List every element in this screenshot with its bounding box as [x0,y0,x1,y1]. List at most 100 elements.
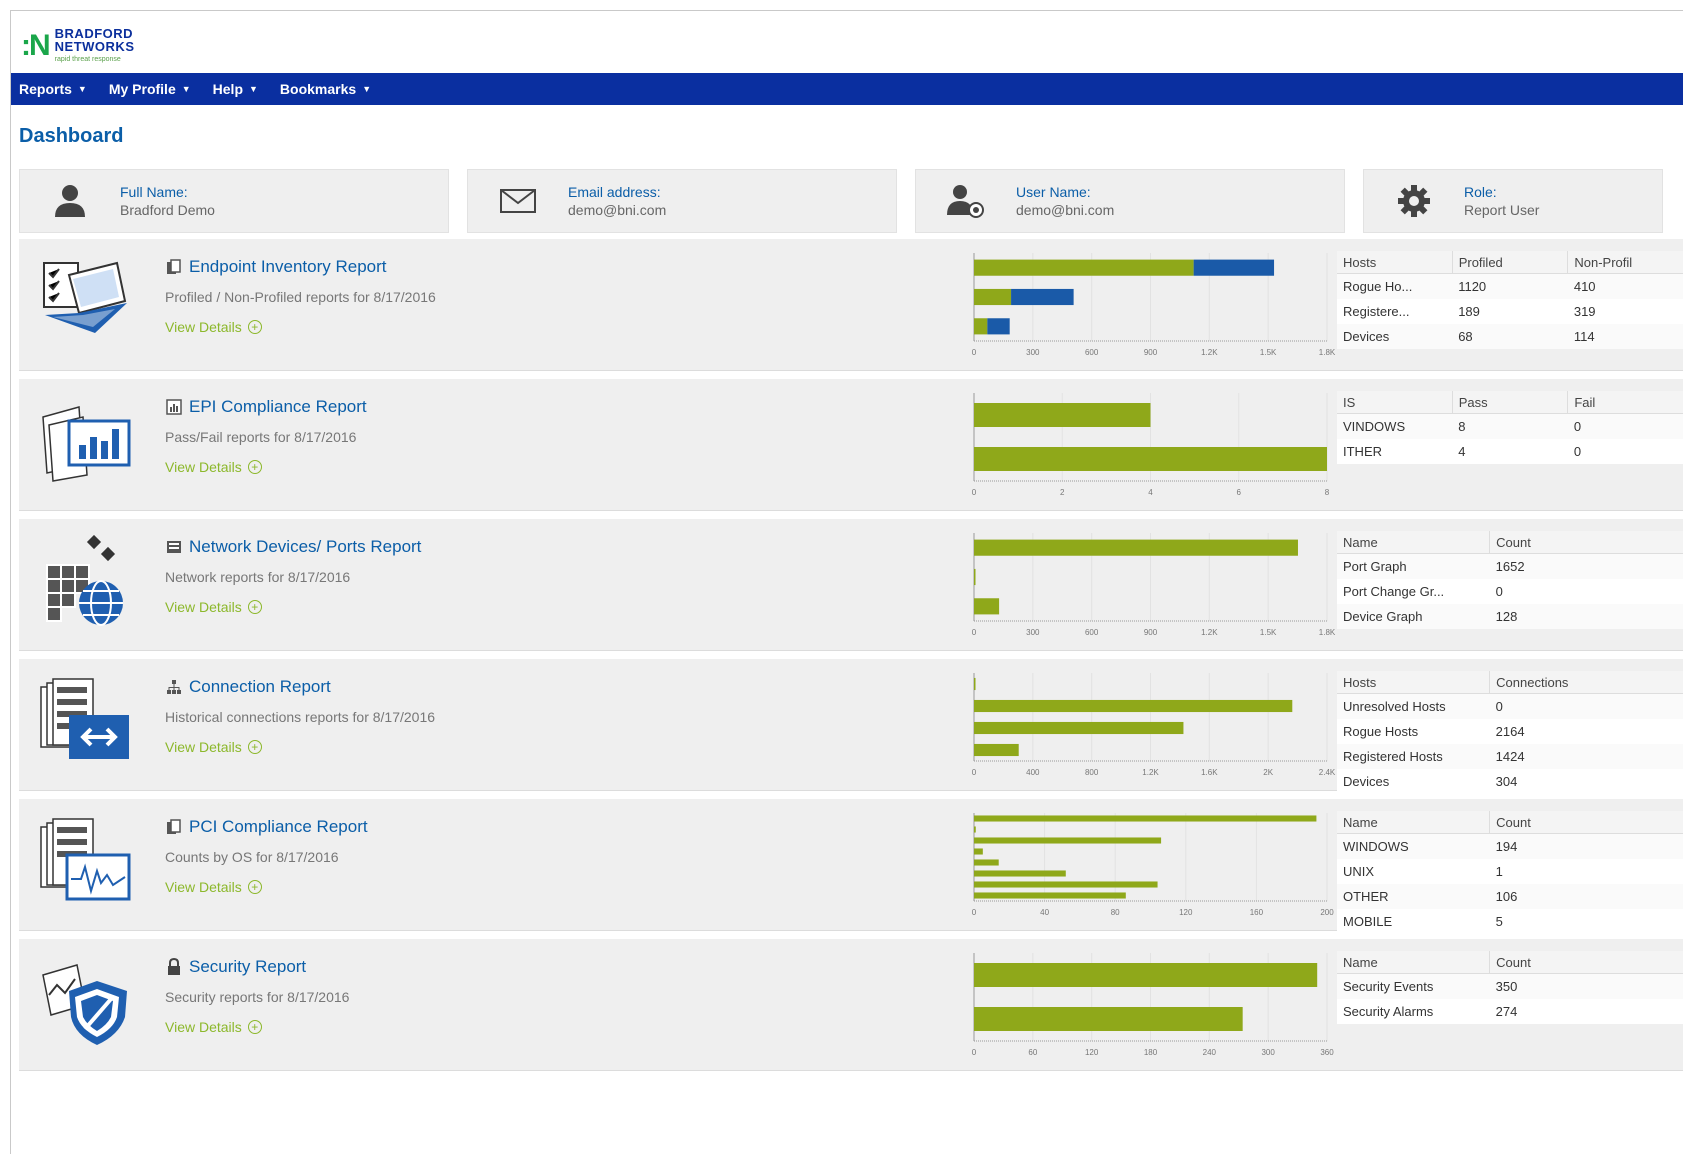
chart-bar[interactable] [974,870,1066,877]
chart-bar[interactable] [974,403,1151,427]
profile-label: Full Name: [120,184,188,200]
view-details-label: View Details [165,599,242,615]
table-row[interactable]: Security Alarms 274 [1337,999,1683,1024]
table-row[interactable]: ITHER 4 0 [1337,439,1683,464]
chart-bar[interactable] [974,568,976,586]
chart-bar[interactable] [974,826,976,833]
view-details-link[interactable]: View Details + [165,739,262,755]
column-header[interactable]: Connections [1489,671,1683,694]
view-details-link[interactable]: View Details + [165,319,262,335]
report-title-link[interactable]: Endpoint Inventory Report [189,257,387,277]
chart-bar[interactable] [974,699,1293,713]
plus-circle-icon: + [247,460,262,474]
report-bar-chart: 0 40 80 120 160 200 [972,813,1334,917]
chart-bar[interactable] [974,892,1126,899]
column-header[interactable]: Name [1337,531,1491,554]
chart-bar[interactable] [974,447,1327,471]
table-cell: 1652 [1489,553,1683,579]
view-details-link[interactable]: View Details + [165,1019,262,1035]
table-row[interactable]: Unresolved Hosts 0 [1337,693,1683,719]
chart-bar[interactable] [1193,259,1275,276]
chart-bar[interactable] [974,721,1184,735]
chart-bar[interactable] [974,743,1019,757]
chart-bar[interactable] [987,318,1010,335]
chart-bar[interactable] [974,848,983,855]
column-header[interactable]: Hosts [1337,251,1453,274]
table-cell: 0 [1489,693,1683,719]
x-tick-label: 0 [972,488,977,497]
table-row[interactable]: Devices 304 [1337,769,1683,794]
column-header[interactable]: Fail [1567,391,1683,414]
x-tick-label: 1.6K [1201,768,1218,777]
table-row[interactable]: Port Graph 1652 [1337,553,1683,579]
chart-bar[interactable] [974,539,1298,556]
chart-bar[interactable] [974,677,976,691]
view-details-link[interactable]: View Details + [165,599,262,615]
table-row[interactable]: Device Graph 128 [1337,604,1683,629]
profile-user-name: User Name: demo@bni.com [915,169,1345,233]
table-cell: 319 [1573,304,1596,319]
network-globe-icon [39,534,134,630]
x-tick-label: 1.2K [1201,348,1218,357]
table-row[interactable]: VINDOWS 8 0 [1337,413,1683,439]
table-cell: Device Graph [1337,604,1490,629]
report-title-link[interactable]: EPI Compliance Report [189,397,367,417]
report-title-link[interactable]: Network Devices/ Ports Report [189,537,421,557]
table-row[interactable]: UNIX 1 [1337,859,1683,884]
table-row[interactable]: Devices 68 114 [1337,324,1683,349]
column-header[interactable]: Hosts [1337,671,1491,694]
table-row[interactable]: MOBILE 5 [1337,909,1683,934]
column-header[interactable]: Count [1489,811,1683,834]
chart-bar[interactable] [1011,288,1074,306]
table-row[interactable]: Port Change Gr... 0 [1337,579,1683,604]
report-bar-chart: 0 300 600 900 1.2K 1.5K 1.8K [972,533,1336,637]
chart-bar[interactable] [974,318,988,335]
column-header[interactable]: Non-Profil [1567,251,1683,274]
x-tick-label: 2.4K [1319,768,1336,777]
chart-bar[interactable] [974,837,1162,844]
envelope-icon [468,188,568,214]
report-description: Security reports for 8/17/2016 [165,989,350,1005]
bradford-logo[interactable]: :N BRADFORD NETWORKS rapid threat respon… [21,21,135,71]
table-row[interactable]: WINDOWS 194 [1337,833,1683,859]
table-cell: Devices [1343,774,1390,789]
nav-reports[interactable]: Reports ▼ [11,81,101,97]
table-row[interactable]: Rogue Hosts 2164 [1337,719,1683,744]
chart-bar[interactable] [974,288,1012,306]
column-header[interactable]: Name [1337,811,1491,834]
column-header[interactable]: Count [1489,951,1683,974]
view-details-link[interactable]: View Details + [165,459,262,475]
table-cell: Security Events [1337,973,1490,999]
nav-my-profile[interactable]: My Profile ▼ [101,81,205,97]
chart-bar[interactable] [974,881,1158,888]
x-tick-label: 1.8K [1319,628,1336,637]
x-tick-label: 0 [972,908,977,917]
chart-bar[interactable] [974,259,1194,276]
table-row[interactable]: Security Events 350 [1337,973,1683,999]
column-header[interactable]: Profiled [1452,251,1569,274]
report-title-link[interactable]: Connection Report [189,677,331,697]
view-details-link[interactable]: View Details + [165,879,262,895]
nav-bookmarks[interactable]: Bookmarks ▼ [272,81,385,97]
chart-bar[interactable] [974,598,1000,615]
column-header[interactable]: Pass [1452,391,1569,414]
report-bar-chart: 0 400 800 1.2K 1.6K 2K 2.4K [972,673,1336,777]
table-row[interactable]: Registere... 189 319 [1337,299,1683,324]
report-title-link[interactable]: Security Report [189,957,306,977]
x-tick-label: 0 [972,1048,977,1057]
nav-help[interactable]: Help ▼ [205,81,272,97]
table-row[interactable]: Rogue Ho... 1120 410 [1337,273,1683,299]
chart-bar[interactable] [974,859,999,866]
chart-bar[interactable] [974,963,1318,987]
report-title-link[interactable]: PCI Compliance Report [189,817,368,837]
chart-bar[interactable] [974,1007,1243,1031]
column-header[interactable]: Name [1337,951,1491,974]
chart-bar[interactable] [974,815,1317,822]
table-cell: Port Graph [1337,553,1490,579]
table-row[interactable]: OTHER 106 [1337,884,1683,909]
x-tick-label: 80 [1111,908,1120,917]
column-header[interactable]: IS [1337,391,1453,414]
column-header[interactable]: Count [1489,531,1683,554]
laptop-checklist-icon [39,255,134,350]
table-row[interactable]: Registered Hosts 1424 [1337,744,1683,769]
